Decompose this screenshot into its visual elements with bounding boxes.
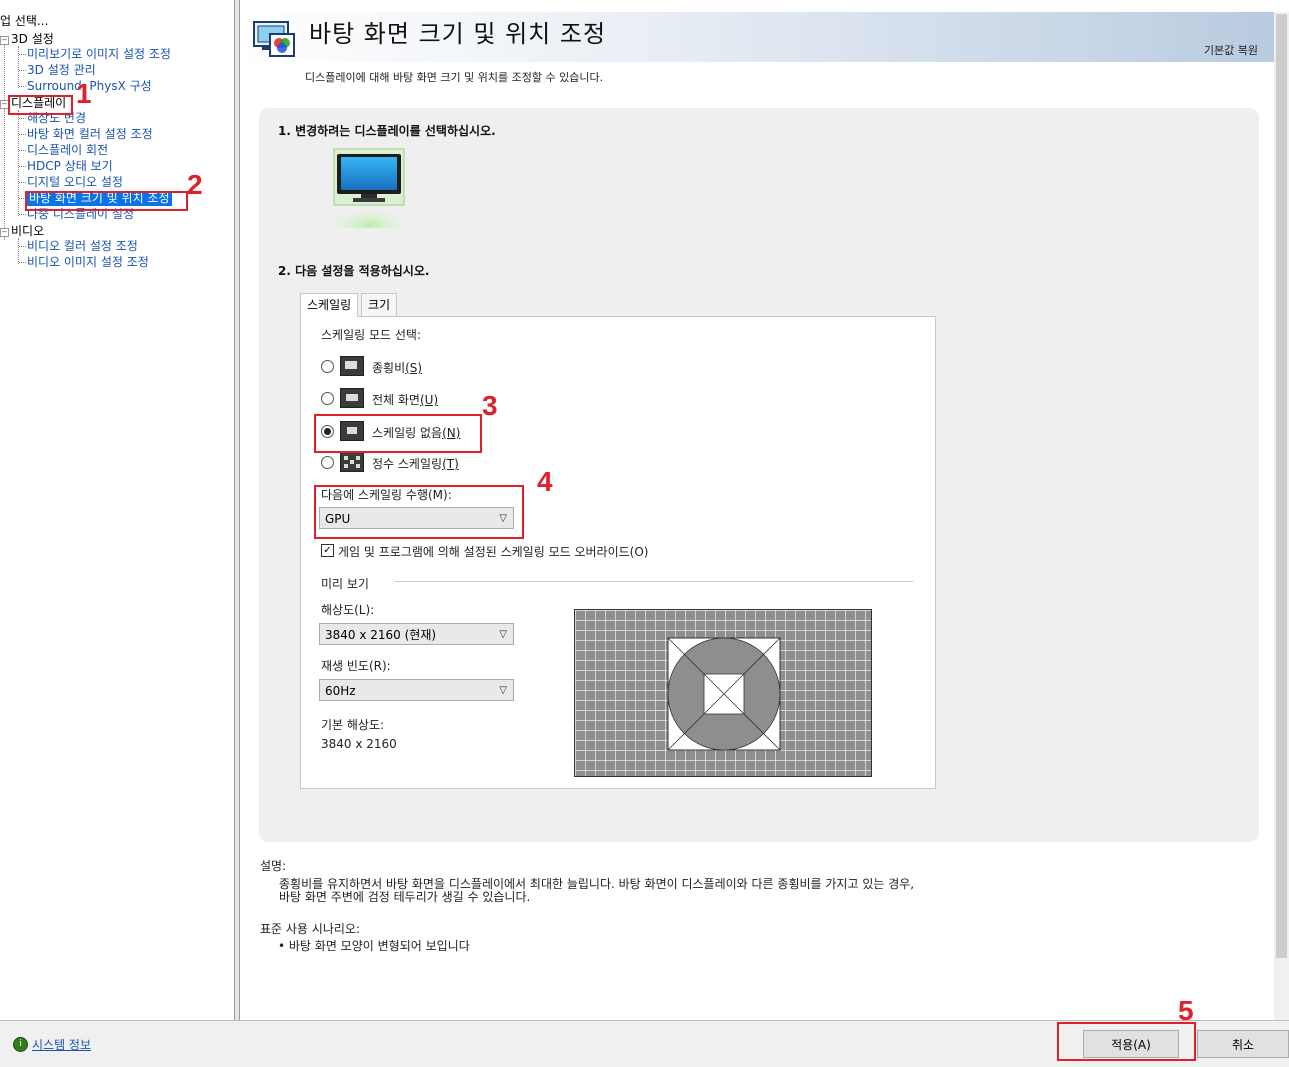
- scaling-preview-image: [574, 609, 872, 777]
- section-2-title: 2. 다음 설정을 적용하십시오.: [278, 264, 430, 278]
- tree-item-desktop-color[interactable]: 바탕 화면 컬러 설정 조정: [27, 127, 153, 142]
- tree-line: [19, 246, 26, 247]
- option-integer-scaling-label[interactable]: 정수 스케일링(T): [372, 455, 459, 472]
- preview-group-label: 미리 보기: [321, 577, 369, 591]
- annotation-number-1: 1: [76, 78, 92, 109]
- tree-line: [19, 182, 26, 183]
- tree-item-3d-manage[interactable]: 3D 설정 관리: [27, 63, 96, 78]
- display-settings-icon: [253, 21, 295, 57]
- tree-line: [19, 118, 26, 119]
- override-label[interactable]: 게임 및 프로그램에 의해 설정된 스케일링 모드 오버라이드(O): [338, 543, 648, 560]
- annotation-box-4: [314, 485, 524, 539]
- radio-integer-scaling[interactable]: [321, 456, 334, 469]
- tree-line: [19, 134, 26, 135]
- system-info-link[interactable]: 시스템 정보: [32, 1036, 91, 1053]
- aspect-ratio-icon: [340, 356, 364, 376]
- tree-line: [18, 110, 19, 216]
- display-monitor-icon[interactable]: [333, 148, 405, 228]
- option-aspect-ratio-label[interactable]: 종횡비(S): [372, 359, 422, 376]
- scrollbar-thumb[interactable]: [1276, 14, 1287, 958]
- chevron-down-icon: ▽: [499, 629, 507, 640]
- resolution-value: 3840 x 2160 (현재): [325, 628, 437, 642]
- option-integer-scaling-key: (T): [442, 457, 459, 471]
- tree-item-3d-preview[interactable]: 미리보기로 이미지 설정 조정: [27, 47, 171, 62]
- tree-category-3d[interactable]: 3D 설정: [11, 32, 54, 47]
- page-description: 디스플레이에 대해 바탕 화면 크기 및 위치를 조정할 수 있습니다.: [305, 71, 604, 84]
- annotation-number-4: 4: [537, 466, 553, 497]
- restore-defaults-link[interactable]: 기본값 복원: [1204, 42, 1258, 58]
- annotation-number-2: 2: [187, 169, 203, 200]
- tree-item-digital-audio[interactable]: 디지털 오디오 설정: [27, 175, 123, 190]
- annotation-box-2: [25, 191, 188, 211]
- refresh-rate-value: 60Hz: [325, 684, 356, 698]
- native-resolution-label: 기본 해상도:: [321, 718, 385, 732]
- collapse-video-icon[interactable]: −: [0, 228, 9, 237]
- tree-line: [19, 86, 26, 87]
- refresh-rate-select[interactable]: 60Hz ▽: [319, 679, 514, 701]
- navigation-tree: 업 선택... − 3D 설정 미리보기로 이미지 설정 조정 3D 설정 관리…: [0, 0, 235, 1020]
- section-1-title: 1. 변경하려는 디스플레이를 선택하십시오.: [278, 124, 496, 138]
- annotation-box-5: [1057, 1022, 1196, 1061]
- scenario-title: 표준 사용 시나리오:: [260, 922, 360, 936]
- radio-aspect-ratio[interactable]: [321, 360, 334, 373]
- explanation-line-2: 바탕 화면 주변에 검정 테두리가 생길 수 있습니다.: [279, 890, 531, 904]
- vertical-scrollbar[interactable]: [1274, 12, 1289, 1020]
- tree-line: [19, 166, 26, 167]
- tree-line: [18, 238, 19, 264]
- explanation-title: 설명:: [260, 859, 287, 873]
- tree-line: [19, 262, 26, 263]
- option-aspect-ratio-key: (S): [405, 361, 423, 375]
- scenario-bullet: • 바탕 화면 모양이 변형되어 보입니다: [278, 939, 470, 953]
- resolution-select[interactable]: 3840 x 2160 (현재) ▽: [319, 623, 514, 645]
- tree-item-video-color[interactable]: 비디오 컬러 설정 조정: [27, 239, 138, 254]
- tree-line: [19, 214, 26, 215]
- annotation-number-5: 5: [1178, 995, 1194, 1026]
- annotation-box-3: [314, 414, 482, 453]
- tab-size[interactable]: 크기: [361, 293, 398, 316]
- refresh-rate-label: 재생 빈도(R):: [321, 659, 391, 673]
- tree-item-video-image[interactable]: 비디오 이미지 설정 조정: [27, 255, 149, 270]
- annotation-box-1: [8, 95, 73, 115]
- chevron-down-icon: ▽: [499, 685, 507, 696]
- task-select-header: 업 선택...: [0, 14, 49, 28]
- system-info-icon[interactable]: i: [13, 1037, 28, 1052]
- page-header: 바탕 화면 크기 및 위치 조정 기본값 복원: [240, 12, 1274, 62]
- tree-line: [4, 40, 5, 240]
- override-checkbox[interactable]: ✓: [321, 544, 334, 557]
- page-title: 바탕 화면 크기 및 위치 조정: [309, 20, 607, 48]
- collapse-3d-icon[interactable]: −: [0, 36, 9, 45]
- tree-item-hdcp[interactable]: HDCP 상태 보기: [27, 159, 113, 174]
- tree-item-rotate[interactable]: 디스플레이 회전: [27, 143, 108, 158]
- tree-line: [19, 70, 26, 71]
- full-screen-icon: [340, 388, 364, 408]
- tree-category-video[interactable]: 비디오: [11, 224, 44, 239]
- annotation-number-3: 3: [482, 390, 498, 421]
- pane-splitter[interactable]: [235, 0, 240, 1020]
- cancel-button[interactable]: 취소: [1197, 1030, 1289, 1058]
- tab-scaling[interactable]: 스케일링: [300, 293, 359, 317]
- native-resolution-value: 3840 x 2160: [321, 737, 397, 751]
- integer-scaling-icon: [340, 452, 364, 472]
- group-divider: [395, 581, 913, 582]
- radio-full-screen[interactable]: [321, 392, 334, 405]
- option-full-screen-label[interactable]: 전체 화면(U): [372, 391, 438, 408]
- tree-line: [19, 54, 26, 55]
- tree-line: [19, 150, 26, 151]
- resolution-label: 해상도(L):: [321, 603, 375, 617]
- scaling-mode-label: 스케일링 모드 선택:: [321, 328, 421, 342]
- option-full-screen-key: (U): [419, 393, 439, 407]
- tree-line: [18, 46, 19, 88]
